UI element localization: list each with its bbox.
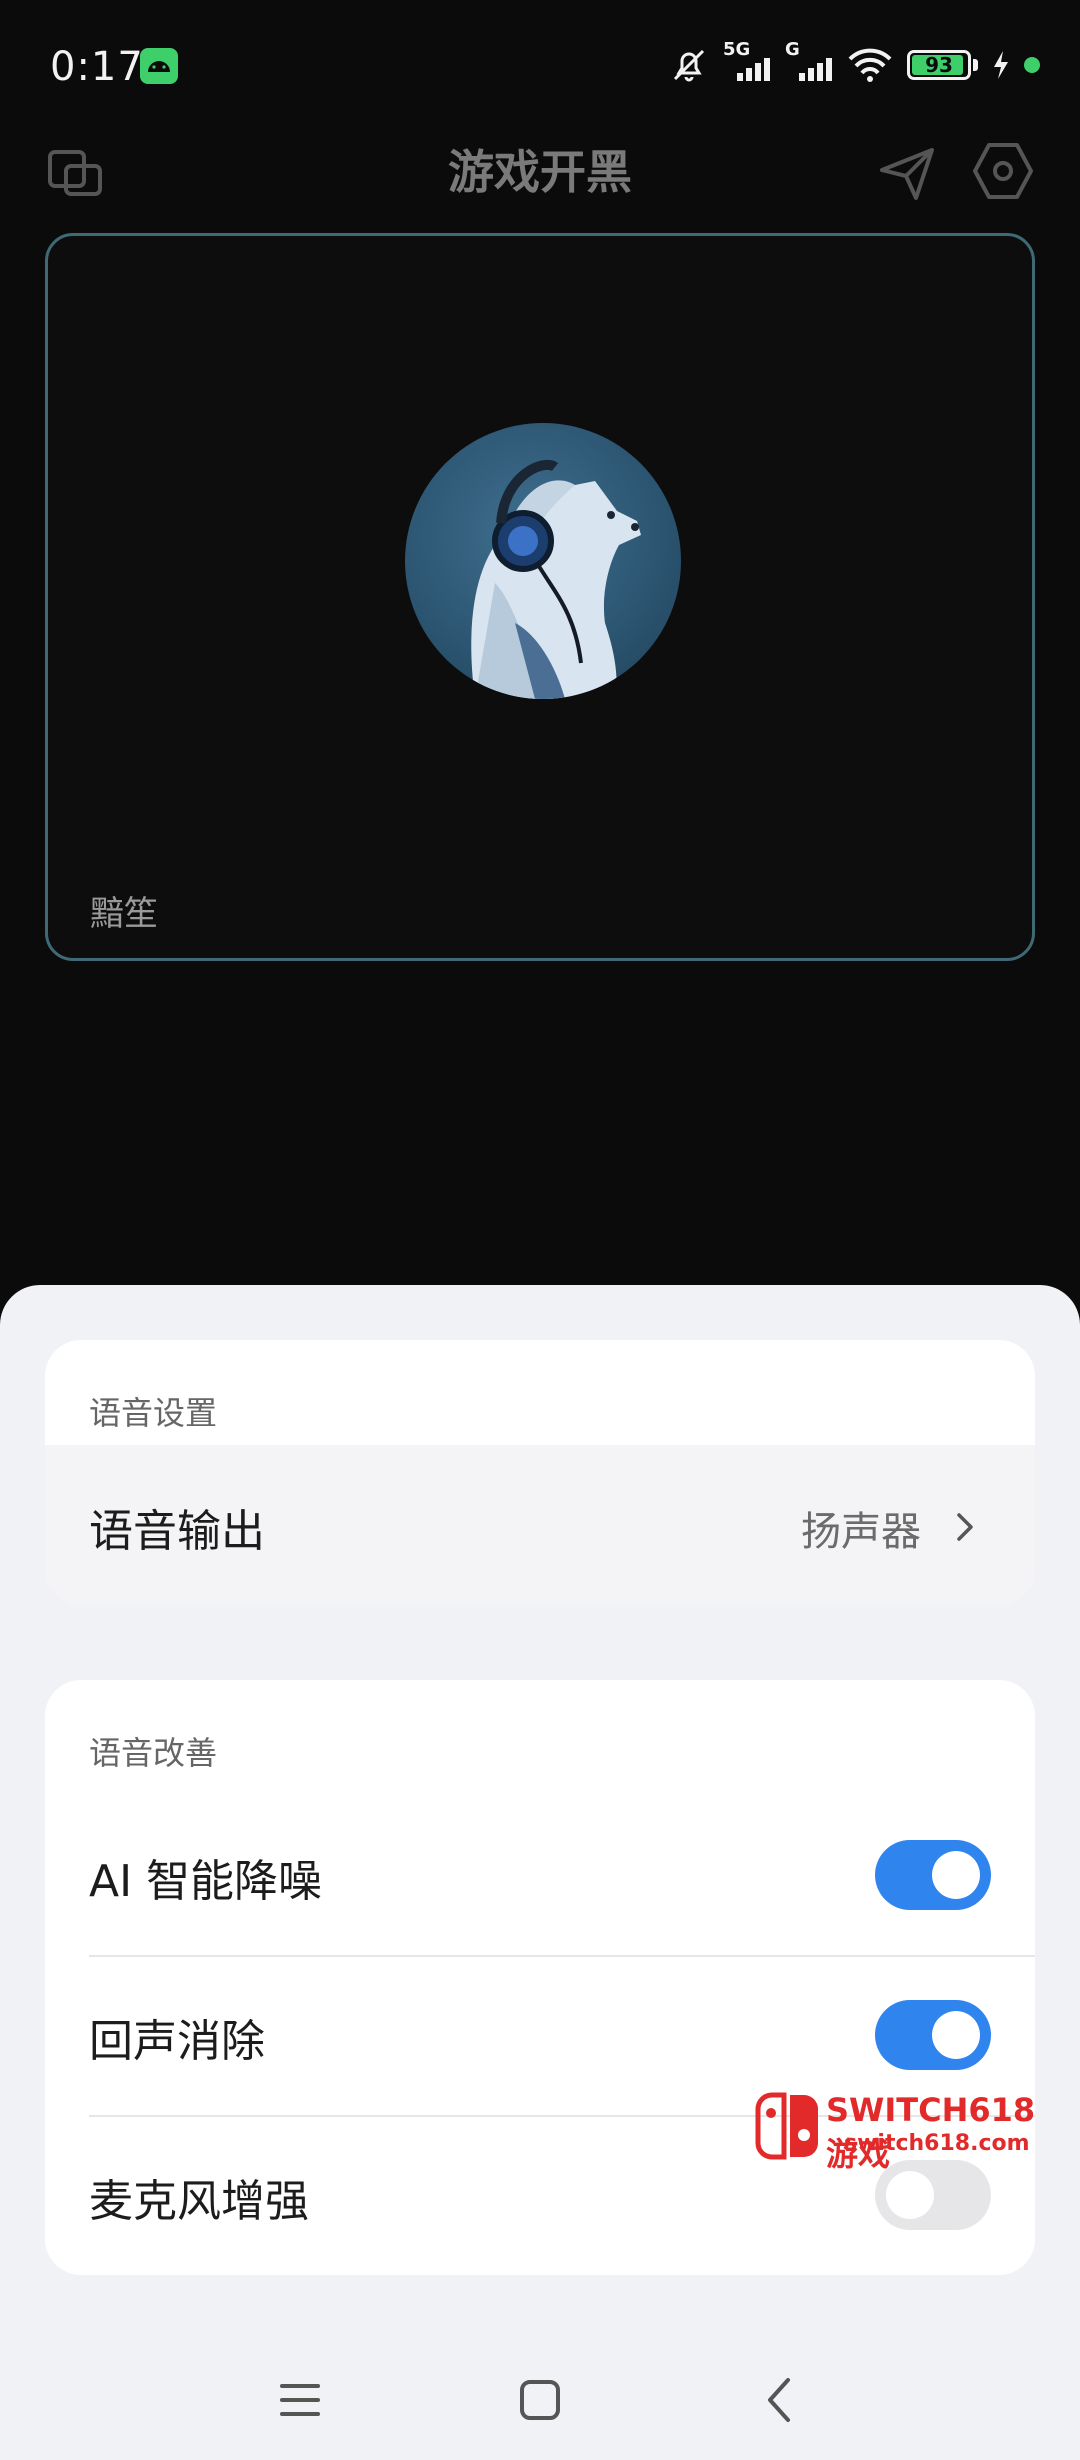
ai-noise-reduction-toggle[interactable]: [875, 1840, 991, 1910]
user-name: 黯笙: [90, 894, 158, 934]
signal-icon: 5G: [723, 39, 771, 85]
user-video-card[interactable]: 黯笙: [45, 233, 1035, 961]
voice-improve-group: 语音改善 AI 智能降噪 回声消除 麦克风增强: [45, 1680, 1035, 2275]
switch-logo-icon: [754, 2091, 822, 2161]
wifi-icon: [847, 45, 893, 85]
settings-hexagon-icon[interactable]: [968, 136, 1038, 206]
ai-noise-reduction-label: AI 智能降噪: [89, 1856, 323, 1907]
signal-icon-2: G: [785, 39, 833, 85]
chevron-right-icon: [947, 1509, 983, 1545]
status-icons: 5G G 93: [669, 39, 1040, 88]
status-bar: 0:17 5G G 93: [0, 0, 1080, 140]
battery-level: 93: [925, 53, 953, 77]
charging-icon: [992, 50, 1010, 80]
menu-icon[interactable]: [270, 2370, 330, 2430]
voice-output-label: 语音输出: [89, 1506, 265, 1557]
voice-output-value: 扬声器: [801, 1509, 921, 1555]
android-icon: [140, 48, 178, 84]
echo-cancellation-label: 回声消除: [89, 2016, 265, 2067]
header: 游戏开黑: [0, 120, 1080, 230]
home-icon[interactable]: [510, 2370, 570, 2430]
privacy-indicator: [1024, 57, 1040, 73]
watermark: SWITCH618游戏 switch618.com: [754, 2085, 1064, 2173]
network-type-1: 5G: [723, 39, 751, 60]
avatar: [405, 423, 681, 699]
voice-output-row[interactable]: 语音输出 扬声器: [45, 1445, 1035, 1605]
row-ai-noise-reduction[interactable]: AI 智能降噪: [45, 1795, 1035, 1955]
send-icon[interactable]: [872, 136, 942, 206]
mute-bell-icon: [669, 45, 709, 85]
status-time: 0:17: [50, 44, 144, 90]
section-title-voice-improve: 语音改善: [89, 1734, 218, 1772]
watermark-url: switch618.com: [844, 2131, 1030, 2156]
voice-settings-sheet: 语音设置 语音输出 扬声器 语音改善 AI 智能降噪 回声消除 麦克风增强: [0, 1285, 1080, 2460]
navigation-bar: [0, 2340, 1080, 2460]
back-icon[interactable]: [750, 2370, 810, 2430]
mic-boost-label: 麦克风增强: [89, 2176, 309, 2227]
section-title-voice-settings: 语音设置: [89, 1394, 218, 1432]
network-type-2: G: [785, 39, 800, 60]
voice-settings-group: 语音设置 语音输出 扬声器: [45, 1340, 1035, 1605]
battery-icon: 93: [907, 50, 971, 80]
echo-cancellation-toggle[interactable]: [875, 2000, 991, 2070]
